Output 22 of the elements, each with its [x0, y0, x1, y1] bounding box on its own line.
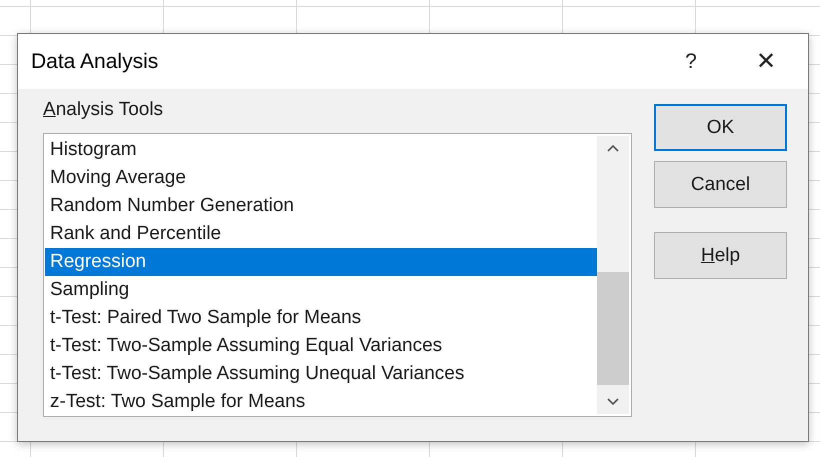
- scrollbar[interactable]: [597, 136, 629, 414]
- list-item[interactable]: Moving Average: [45, 164, 597, 192]
- list-item[interactable]: t-Test: Two-Sample Assuming Unequal Variances: [45, 360, 597, 388]
- list-item[interactable]: Rank and Percentile: [45, 220, 597, 248]
- dialog-button[interactable]: OK: [654, 104, 787, 151]
- tools-listbox[interactable]: [43, 133, 632, 417]
- list-item[interactable]: t-Test: Two-Sample Assuming Equal Variances: [45, 332, 597, 360]
- scroll-thumb[interactable]: [597, 272, 629, 385]
- list-item[interactable]: Random Number Generation: [45, 192, 597, 220]
- list-item[interactable]: Histogram: [45, 136, 597, 164]
- list-item[interactable]: Sampling: [45, 276, 597, 304]
- dialog-button[interactable]: Cancel: [654, 161, 787, 208]
- list-label: Analysis Tools: [43, 99, 164, 121]
- window-title: Data Analysis: [31, 50, 160, 74]
- help-button[interactable]: ?: [676, 50, 706, 74]
- scroll-down-icon[interactable]: [607, 398, 619, 406]
- close-button[interactable]: ✕: [746, 47, 786, 76]
- list-item[interactable]: z-Test: Two Sample for Means: [45, 388, 597, 416]
- dialog-button[interactable]: Help: [654, 232, 787, 279]
- scroll-up-icon[interactable]: [607, 144, 619, 152]
- list-item[interactable]: Regression: [45, 248, 597, 276]
- list-item[interactable]: t-Test: Paired Two Sample for Means: [45, 304, 597, 332]
